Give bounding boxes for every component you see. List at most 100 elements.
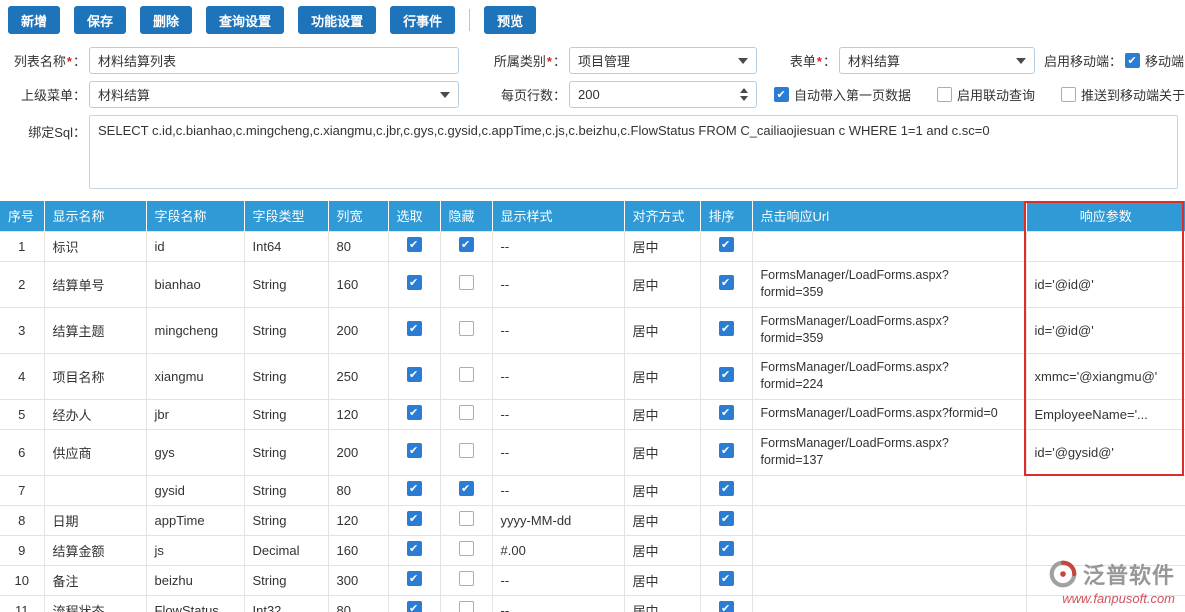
parent-menu-select[interactable]: 材料结算 bbox=[89, 81, 459, 108]
config-table: 序号 显示名称 字段名称 字段类型 列宽 选取 隐藏 显示样式 对齐方式 排序 … bbox=[0, 201, 1185, 612]
hide-checkbox[interactable] bbox=[459, 481, 474, 496]
select-checkbox[interactable] bbox=[407, 571, 422, 586]
auto-first-page-checkbox[interactable] bbox=[774, 87, 789, 102]
preview-button[interactable]: 预览 bbox=[484, 6, 536, 34]
enable-mobile-label: 启用移动端： bbox=[1038, 51, 1122, 70]
cell-display-name bbox=[44, 475, 146, 505]
page-rows-value: 200 bbox=[578, 87, 600, 102]
form-row-sql: 绑定Sql： bbox=[0, 115, 1185, 189]
table-row[interactable]: 4 项目名称 xiangmu String 250 -- 居中 FormsMan… bbox=[0, 353, 1185, 399]
bind-sql-textarea[interactable] bbox=[89, 115, 1178, 189]
page-rows-stepper[interactable]: 200 bbox=[569, 81, 757, 108]
sort-checkbox[interactable] bbox=[719, 511, 734, 526]
cell-display-name: 项目名称 bbox=[44, 353, 146, 399]
table-row[interactable]: 11 流程状态 FlowStatus Int32 80 -- 居中 bbox=[0, 595, 1185, 612]
cell-field-name: bianhao bbox=[146, 261, 244, 307]
cell-click-url bbox=[752, 505, 1026, 535]
hide-checkbox[interactable] bbox=[459, 321, 474, 336]
hide-checkbox[interactable] bbox=[459, 237, 474, 252]
sort-checkbox[interactable] bbox=[719, 321, 734, 336]
cell-display-name: 结算主题 bbox=[44, 307, 146, 353]
linked-query-checkbox[interactable] bbox=[937, 87, 952, 102]
select-checkbox[interactable] bbox=[407, 321, 422, 336]
bind-sql-label: 绑定Sql： bbox=[0, 115, 86, 141]
table-row[interactable]: 5 经办人 jbr String 120 -- 居中 FormsManager/… bbox=[0, 399, 1185, 429]
select-checkbox[interactable] bbox=[407, 511, 422, 526]
cell-field-type: String bbox=[244, 505, 328, 535]
header-display-style: 显示样式 bbox=[492, 201, 624, 231]
sort-checkbox[interactable] bbox=[719, 367, 734, 382]
sort-checkbox[interactable] bbox=[719, 405, 734, 420]
cell-col-width: 80 bbox=[328, 231, 388, 261]
table-row[interactable]: 8 日期 appTime String 120 yyyy-MM-dd 居中 bbox=[0, 505, 1185, 535]
table-body: 1 标识 id Int64 80 -- 居中 2 结算单号 bianhao St… bbox=[0, 231, 1185, 612]
hide-checkbox[interactable] bbox=[459, 405, 474, 420]
table-row[interactable]: 7 gysid String 80 -- 居中 bbox=[0, 475, 1185, 505]
select-checkbox[interactable] bbox=[407, 275, 422, 290]
table-row[interactable]: 2 结算单号 bianhao String 160 -- 居中 FormsMan… bbox=[0, 261, 1185, 307]
add-button[interactable]: 新增 bbox=[8, 6, 60, 34]
hide-checkbox[interactable] bbox=[459, 511, 474, 526]
table-row[interactable]: 3 结算主题 mingcheng String 200 -- 居中 FormsM… bbox=[0, 307, 1185, 353]
push-mobile-checkbox[interactable] bbox=[1061, 87, 1076, 102]
cell-col-width: 80 bbox=[328, 475, 388, 505]
enable-mobile-checkbox[interactable] bbox=[1125, 53, 1140, 68]
category-select[interactable]: 项目管理 bbox=[569, 47, 757, 74]
push-mobile-check-item[interactable]: 推送到移动端关于我 bbox=[1061, 85, 1185, 104]
sort-checkbox[interactable] bbox=[719, 541, 734, 556]
select-checkbox[interactable] bbox=[407, 405, 422, 420]
table-row[interactable]: 10 备注 beizhu String 300 -- 居中 bbox=[0, 565, 1185, 595]
label-colon: ： bbox=[1109, 54, 1122, 69]
cell-response-param bbox=[1026, 231, 1185, 261]
form-select[interactable]: 材料结算 bbox=[839, 47, 1035, 74]
cell-field-name: mingcheng bbox=[146, 307, 244, 353]
select-checkbox[interactable] bbox=[407, 367, 422, 382]
list-name-input[interactable] bbox=[89, 47, 459, 74]
cell-sort bbox=[700, 353, 752, 399]
hide-checkbox[interactable] bbox=[459, 541, 474, 556]
query-settings-button[interactable]: 查询设置 bbox=[206, 6, 284, 34]
hide-checkbox[interactable] bbox=[459, 367, 474, 382]
sort-checkbox[interactable] bbox=[719, 601, 734, 612]
cell-select bbox=[388, 505, 440, 535]
table-row[interactable]: 1 标识 id Int64 80 -- 居中 bbox=[0, 231, 1185, 261]
row-event-button[interactable]: 行事件 bbox=[390, 6, 455, 34]
hide-checkbox[interactable] bbox=[459, 601, 474, 612]
enable-mobile-check-label: 移动端 bbox=[1145, 51, 1184, 70]
save-button[interactable]: 保存 bbox=[74, 6, 126, 34]
required-star: * bbox=[547, 54, 552, 69]
cell-align: 居中 bbox=[624, 429, 700, 475]
select-checkbox[interactable] bbox=[407, 541, 422, 556]
function-settings-button[interactable]: 功能设置 bbox=[298, 6, 376, 34]
cell-index: 6 bbox=[0, 429, 44, 475]
table-header: 序号 显示名称 字段名称 字段类型 列宽 选取 隐藏 显示样式 对齐方式 排序 … bbox=[0, 201, 1185, 231]
label-text: 每页行数 bbox=[501, 88, 553, 103]
cell-hide bbox=[440, 231, 492, 261]
sort-checkbox[interactable] bbox=[719, 275, 734, 290]
enable-mobile-check-item[interactable]: 移动端 bbox=[1125, 51, 1184, 70]
linked-query-check-item[interactable]: 启用联动查询 bbox=[937, 85, 1035, 104]
spinner-down-icon[interactable] bbox=[740, 96, 748, 101]
hide-checkbox[interactable] bbox=[459, 443, 474, 458]
cell-click-url bbox=[752, 595, 1026, 612]
auto-first-page-check-item[interactable]: 自动带入第一页数据 bbox=[774, 85, 911, 104]
table-row[interactable]: 6 供应商 gys String 200 -- 居中 FormsManager/… bbox=[0, 429, 1185, 475]
sort-checkbox[interactable] bbox=[719, 237, 734, 252]
cell-align: 居中 bbox=[624, 353, 700, 399]
table-row[interactable]: 9 结算金额 js Decimal 160 #.00 居中 bbox=[0, 535, 1185, 565]
delete-button[interactable]: 删除 bbox=[140, 6, 192, 34]
select-checkbox[interactable] bbox=[407, 481, 422, 496]
sort-checkbox[interactable] bbox=[719, 571, 734, 586]
cell-display-name: 标识 bbox=[44, 231, 146, 261]
sort-checkbox[interactable] bbox=[719, 481, 734, 496]
spinner-up-icon[interactable] bbox=[740, 88, 748, 93]
hide-checkbox[interactable] bbox=[459, 571, 474, 586]
hide-checkbox[interactable] bbox=[459, 275, 474, 290]
cell-col-width: 80 bbox=[328, 595, 388, 612]
cell-col-width: 120 bbox=[328, 399, 388, 429]
select-checkbox[interactable] bbox=[407, 237, 422, 252]
page-rows-label: 每页行数： bbox=[462, 85, 566, 104]
select-checkbox[interactable] bbox=[407, 601, 422, 612]
select-checkbox[interactable] bbox=[407, 443, 422, 458]
sort-checkbox[interactable] bbox=[719, 443, 734, 458]
